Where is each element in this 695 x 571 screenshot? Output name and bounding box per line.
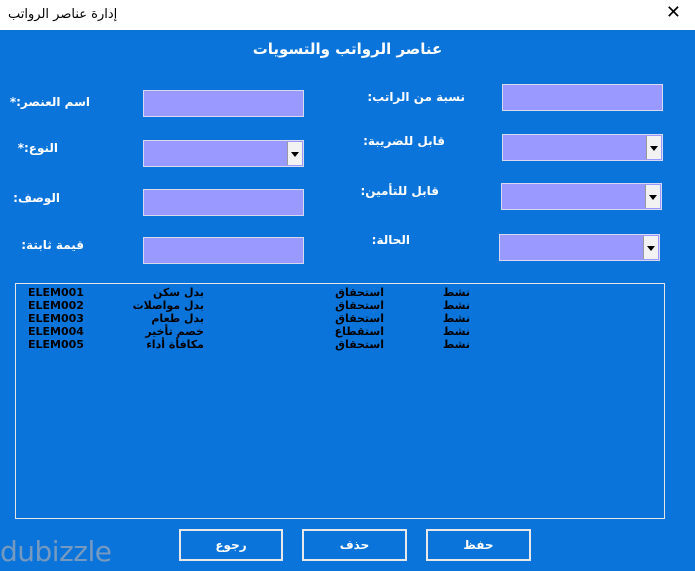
chevron-down-icon[interactable] <box>646 136 661 159</box>
label-salary-percent: نسبة من الراتب: <box>367 90 465 104</box>
description-field[interactable] <box>143 189 304 216</box>
title-bar: إدارة عناصر الرواتب ✕ <box>0 0 695 30</box>
salary-percent-field[interactable] <box>502 84 663 111</box>
item-code: ELEM001 <box>28 286 84 299</box>
fixed-value-field[interactable] <box>143 237 304 264</box>
item-name: خصم تأخير <box>145 325 204 338</box>
item-status: نشط <box>442 312 470 325</box>
item-name: بدل طعام <box>151 312 204 325</box>
taxable-combo[interactable] <box>502 134 663 161</box>
item-name: مكافأة أداء <box>146 338 204 351</box>
fixed-value-input[interactable] <box>144 238 303 263</box>
item-name: بدل مواصلات <box>132 299 204 312</box>
label-fixed-value: قيمة ثابتة: <box>21 238 84 252</box>
elements-listbox[interactable]: ELEM001 بدل سكن استحقاق نشط ELEM002 بدل … <box>15 283 665 519</box>
chevron-down-icon[interactable] <box>287 142 302 165</box>
item-kind: استحقاق <box>335 338 384 351</box>
list-item[interactable]: ELEM001 بدل سكن استحقاق نشط <box>16 286 664 299</box>
item-code: ELEM004 <box>28 325 84 338</box>
item-status: نشط <box>442 299 470 312</box>
list-item[interactable]: ELEM004 خصم تأخير استقطاع نشط <box>16 325 664 338</box>
form-heading: عناصر الرواتب والتسويات <box>252 40 443 58</box>
item-code: ELEM003 <box>28 312 84 325</box>
list-item[interactable]: ELEM005 مكافأة أداء استحقاق نشط <box>16 338 664 351</box>
save-button[interactable]: حفظ <box>426 529 531 561</box>
list-item[interactable]: ELEM002 بدل مواصلات استحقاق نشط <box>16 299 664 312</box>
chevron-down-icon[interactable] <box>645 185 660 208</box>
status-combo[interactable] <box>499 234 660 261</box>
item-code: ELEM002 <box>28 299 84 312</box>
chevron-down-icon[interactable] <box>643 236 658 259</box>
item-status: نشط <box>442 325 470 338</box>
watermark-logo: dubizzle <box>0 535 112 568</box>
window-title: إدارة عناصر الرواتب <box>8 7 118 22</box>
element-name-field[interactable] <box>143 90 304 117</box>
description-input[interactable] <box>144 190 303 215</box>
list-item[interactable]: ELEM003 بدل طعام استحقاق نشط <box>16 312 664 325</box>
label-element-name: اسم العنصر:* <box>9 95 90 109</box>
item-kind: استحقاق <box>335 312 384 325</box>
close-icon[interactable]: ✕ <box>666 2 681 23</box>
type-combo[interactable] <box>143 140 304 167</box>
item-name: بدل سكن <box>153 286 204 299</box>
item-kind: استقطاع <box>334 325 384 338</box>
salary-percent-input[interactable] <box>503 85 662 110</box>
item-code: ELEM005 <box>28 338 84 351</box>
label-description: الوصف: <box>13 191 60 205</box>
item-status: نشط <box>442 286 470 299</box>
label-taxable: قابل للضريبة: <box>363 134 445 148</box>
label-status: الحالة: <box>371 233 410 247</box>
label-insurable: قابل للتأمين: <box>360 184 440 198</box>
item-status: نشط <box>442 338 470 351</box>
back-button[interactable]: رجوع <box>179 529 283 561</box>
delete-button[interactable]: حذف <box>302 529 407 561</box>
label-type: النوع:* <box>17 141 58 155</box>
element-name-input[interactable] <box>144 91 303 116</box>
insurable-combo[interactable] <box>501 183 662 210</box>
item-kind: استحقاق <box>335 286 384 299</box>
item-kind: استحقاق <box>335 299 384 312</box>
